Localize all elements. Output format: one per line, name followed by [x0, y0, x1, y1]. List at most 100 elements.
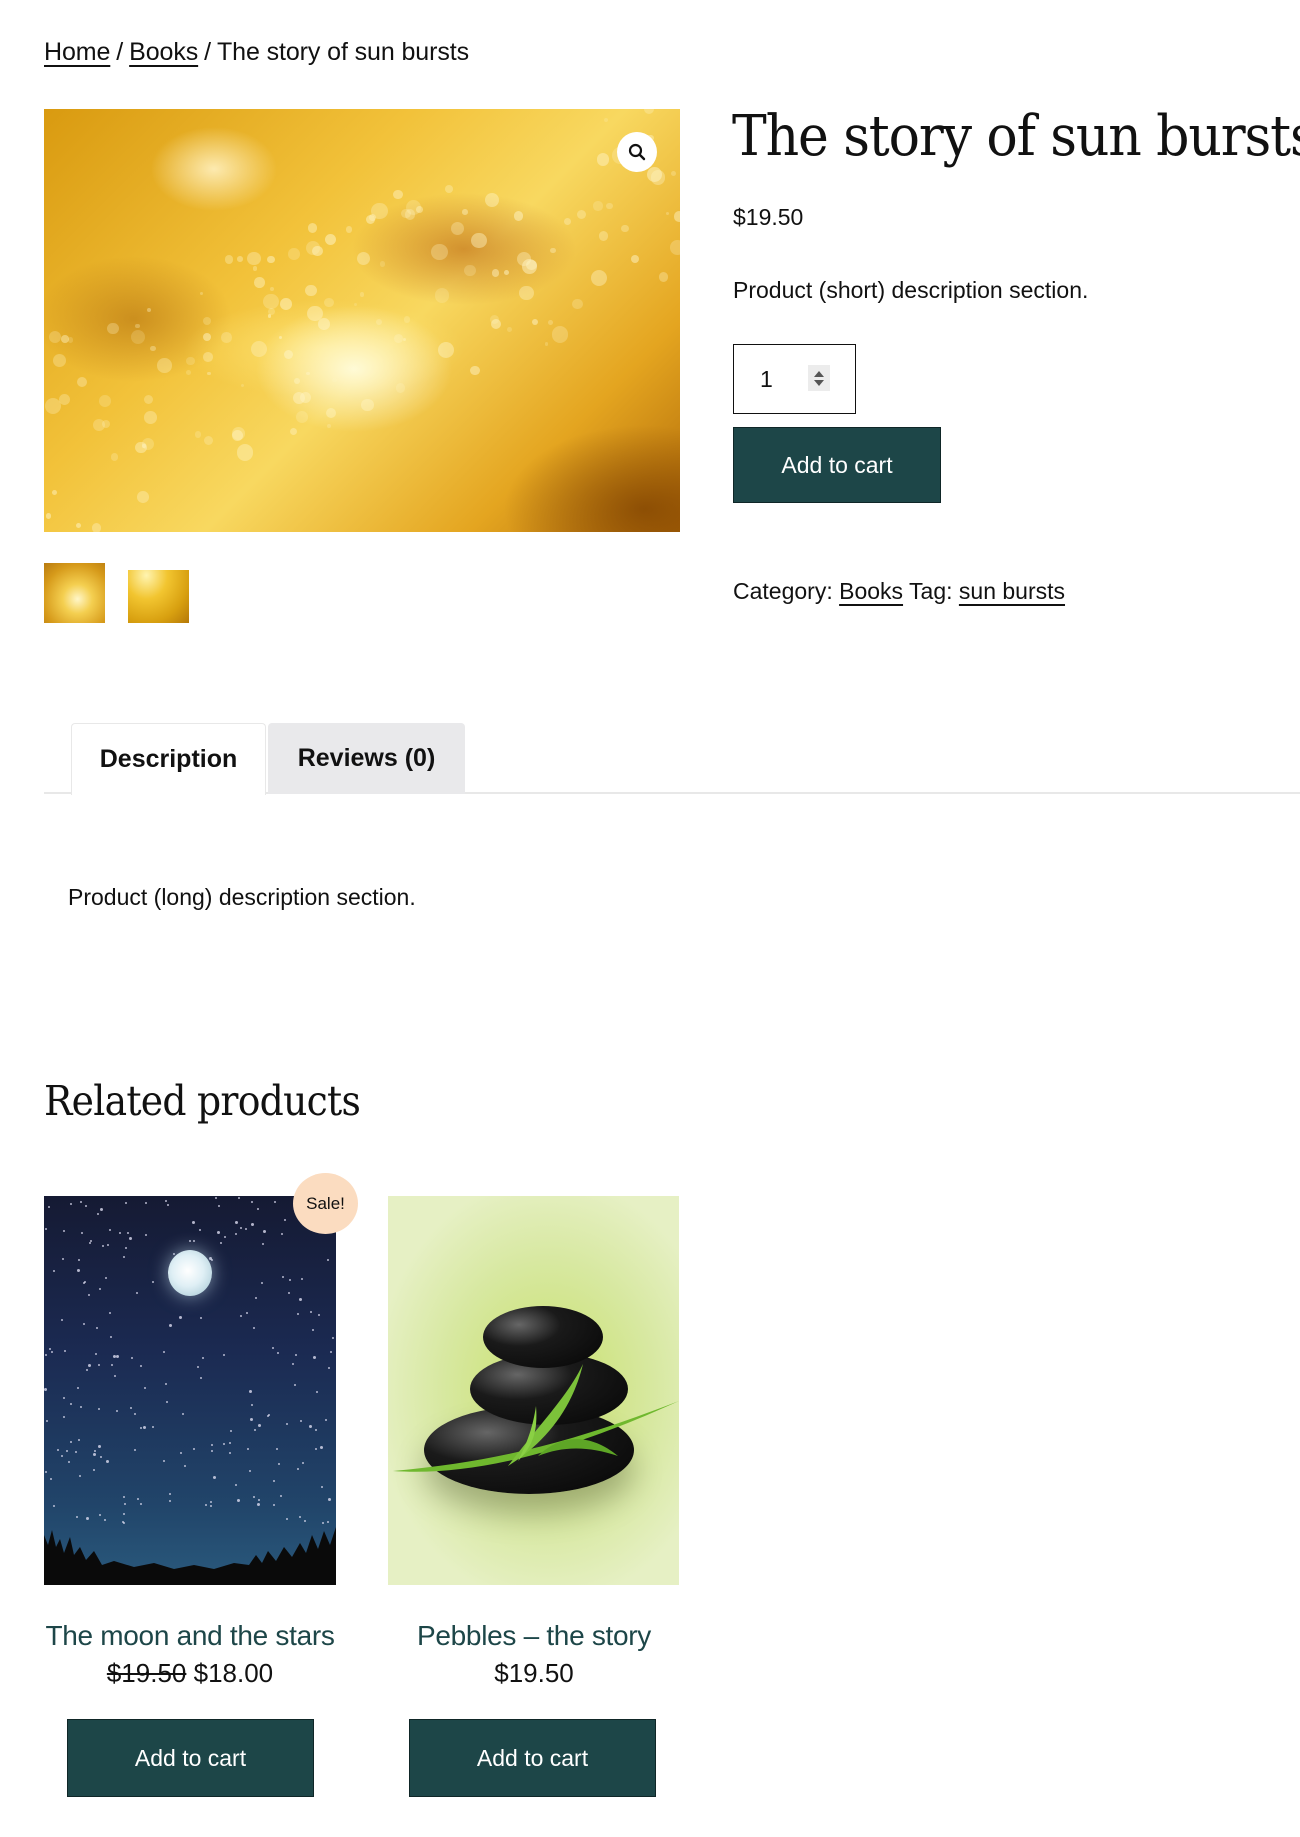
tab-reviews[interactable]: Reviews (0): [268, 723, 465, 794]
category-link[interactable]: Books: [839, 578, 903, 604]
bokeh-dot: [45, 397, 62, 415]
star-dot: [296, 1313, 299, 1316]
star-dot: [240, 1227, 243, 1230]
star-dot: [131, 1357, 134, 1360]
add-to-cart-button[interactable]: Add to cart: [409, 1719, 656, 1797]
star-dot: [301, 1277, 304, 1280]
gallery-thumbnail-2[interactable]: [128, 570, 189, 623]
bokeh-dot: [345, 226, 353, 233]
star-dot: [274, 1201, 277, 1204]
star-dot: [272, 1503, 275, 1506]
bokeh-dot: [247, 252, 261, 266]
bokeh-dot: [279, 298, 292, 311]
star-dot: [199, 1316, 202, 1319]
decrement-arrow-icon[interactable]: [814, 379, 824, 386]
bokeh-dot: [203, 317, 212, 326]
increment-arrow-icon[interactable]: [814, 370, 824, 377]
star-dot: [309, 1425, 313, 1429]
star-dot: [95, 1327, 98, 1330]
related-product-title[interactable]: The moon and the stars: [30, 1620, 350, 1652]
star-dot: [303, 1519, 306, 1522]
bokeh-dot: [393, 333, 403, 343]
bokeh-dot: [598, 231, 609, 241]
product-main-image[interactable]: [44, 109, 680, 532]
bokeh-dot: [353, 303, 357, 307]
star-dot: [301, 1462, 304, 1465]
star-dot: [115, 1355, 119, 1359]
star-dot: [107, 1244, 110, 1247]
star-dot: [111, 1364, 114, 1367]
star-dot: [87, 1293, 90, 1296]
star-dot: [258, 1499, 261, 1502]
magnifier-icon: [628, 143, 646, 161]
star-dot: [250, 1403, 253, 1406]
product-long-description: Product (long) description section.: [68, 884, 416, 910]
bokeh-dot: [670, 170, 677, 177]
bokeh-dot: [551, 326, 569, 343]
star-dot: [93, 1469, 95, 1472]
bokeh-dot: [471, 232, 487, 249]
add-to-cart-button[interactable]: Add to cart: [733, 427, 941, 503]
star-dot: [209, 1504, 212, 1507]
star-dot: [314, 1447, 317, 1450]
star-dot: [49, 1478, 52, 1481]
star-dot: [300, 1420, 303, 1423]
star-dot: [222, 1442, 225, 1445]
bokeh-dot: [395, 383, 406, 393]
related-product-title[interactable]: Pebbles – the story: [374, 1620, 694, 1652]
bokeh-dot: [306, 371, 310, 376]
quantity-stepper[interactable]: [808, 365, 830, 391]
star-dot: [136, 1498, 139, 1501]
star-dot: [183, 1465, 186, 1468]
tag-link[interactable]: sun bursts: [959, 578, 1065, 604]
bokeh-dot: [673, 211, 680, 222]
bokeh-dot: [296, 410, 308, 423]
star-dot: [169, 1324, 173, 1328]
add-to-cart-button[interactable]: Add to cart: [67, 1719, 314, 1797]
bokeh-dot: [237, 256, 243, 263]
related-product-image-pebbles[interactable]: [388, 1196, 679, 1585]
star-dot: [142, 1425, 146, 1429]
breadcrumb-home-link[interactable]: Home: [44, 38, 110, 66]
bokeh-dot: [307, 305, 323, 321]
bokeh-dot: [630, 255, 639, 264]
bokeh-dot: [324, 297, 334, 308]
star-dot: [98, 1408, 101, 1411]
star-dot: [328, 1366, 331, 1369]
tab-description[interactable]: Description: [71, 723, 266, 795]
star-dot: [97, 1364, 100, 1367]
quantity-input[interactable]: 1: [733, 344, 856, 414]
breadcrumb-books-link[interactable]: Books: [129, 38, 198, 66]
bokeh-dot: [267, 313, 272, 318]
star-dot: [260, 1282, 263, 1285]
star-dot: [75, 1515, 78, 1518]
star-dot: [324, 1419, 327, 1422]
category-label: Category:: [733, 578, 833, 604]
quantity-value[interactable]: 1: [760, 366, 773, 393]
bokeh-dot: [305, 284, 317, 296]
star-dot: [262, 1230, 266, 1234]
bokeh-dot: [186, 369, 192, 375]
bokeh-dot: [110, 452, 119, 461]
star-dot: [123, 1522, 126, 1525]
star-dot: [77, 1387, 80, 1390]
star-dot: [234, 1484, 237, 1487]
breadcrumb-current: The story of sun bursts: [217, 38, 469, 66]
gallery-thumbnail-1[interactable]: [44, 563, 105, 623]
zoom-button[interactable]: [617, 132, 657, 172]
sale-price: $18.00: [193, 1658, 274, 1688]
star-dot: [318, 1313, 320, 1316]
star-dot: [193, 1447, 196, 1450]
star-dot: [93, 1450, 96, 1453]
star-dot: [80, 1201, 83, 1204]
star-dot: [210, 1444, 213, 1447]
star-dot: [199, 1376, 202, 1379]
star-dot: [128, 1236, 132, 1240]
related-product-image-moon[interactable]: [44, 1196, 336, 1585]
star-dot: [104, 1277, 107, 1280]
bokeh-dot: [45, 513, 52, 519]
star-dot: [162, 1351, 165, 1354]
star-dot: [294, 1353, 297, 1356]
star-dot: [197, 1365, 200, 1368]
bokeh-dot: [356, 251, 371, 265]
